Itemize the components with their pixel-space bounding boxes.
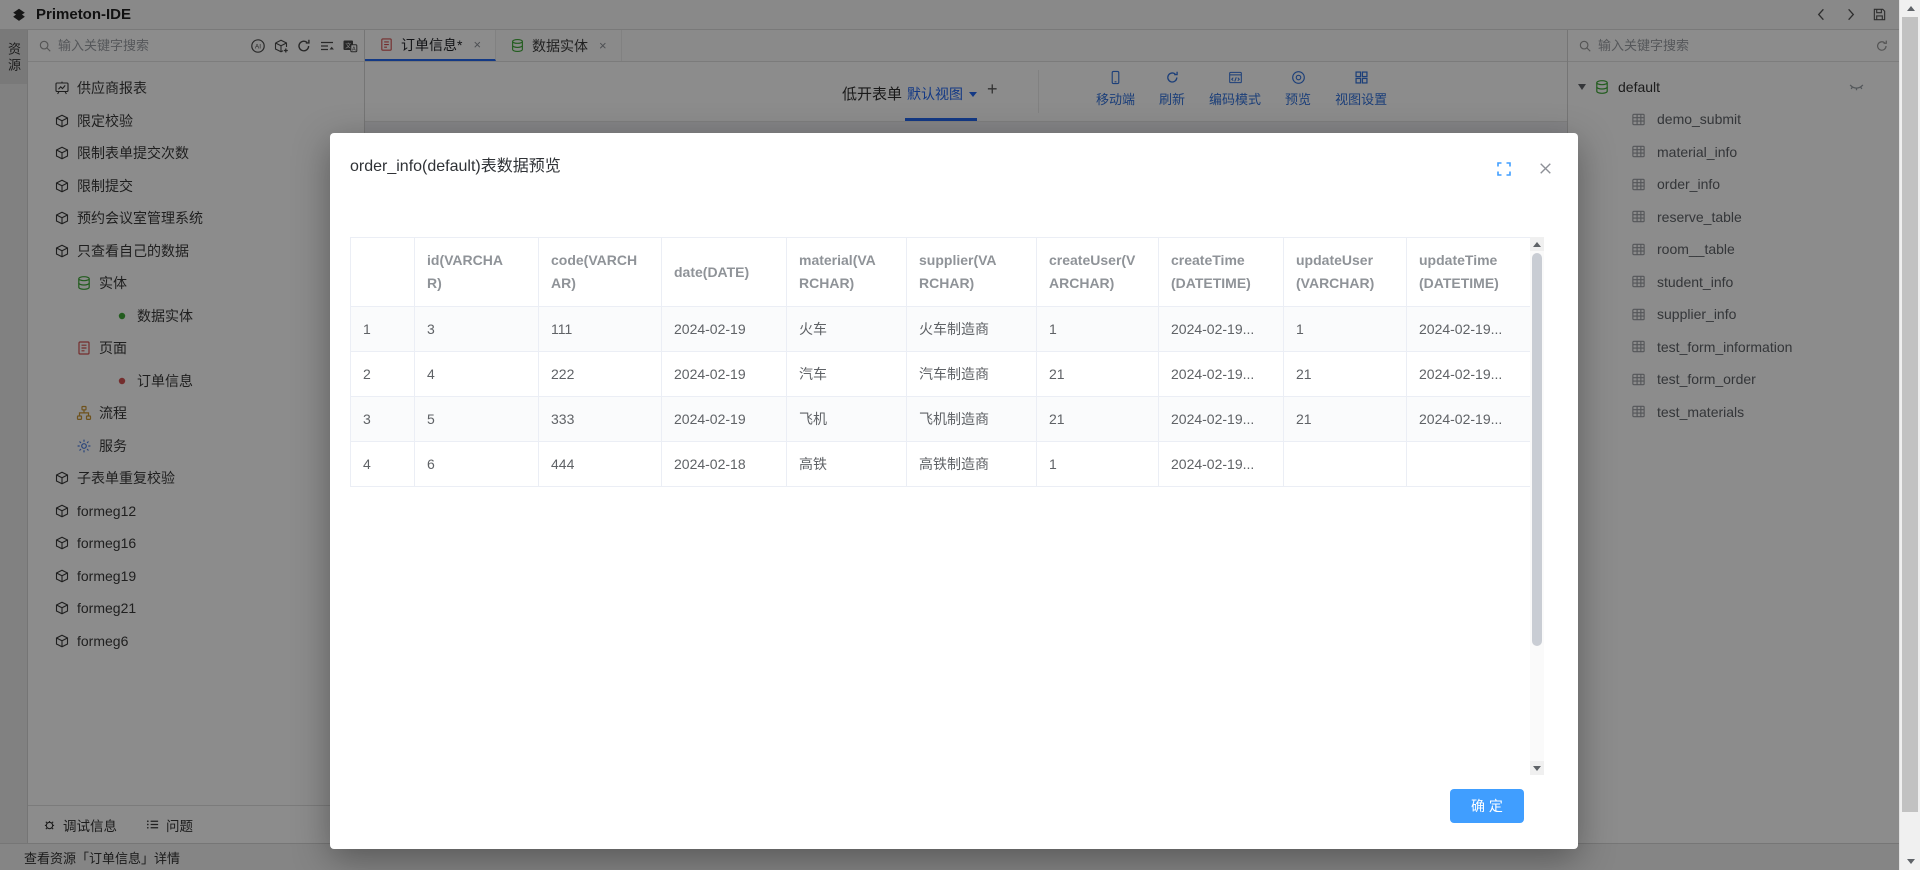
table-cell: 飞机制造商: [907, 397, 1037, 442]
table-cell: 高铁: [787, 442, 907, 487]
column-header[interactable]: material(VA RCHAR): [787, 238, 907, 307]
table-cell: 2024-02-19...: [1407, 352, 1531, 397]
table-cell: 2024-02-19...: [1159, 352, 1284, 397]
table-cell: 2: [351, 352, 415, 397]
app-window: Primeton-IDE 资源 AI文A 供应商报表: [0, 0, 1920, 870]
column-header[interactable]: updateUser (VARCHAR): [1284, 238, 1407, 307]
data-preview-dialog: order_info(default)表数据预览 id(VARCHA R)cod…: [330, 133, 1578, 849]
table-cell: 3: [351, 397, 415, 442]
table-cell: 1: [1284, 307, 1407, 352]
column-header[interactable]: code(VARCH AR): [539, 238, 662, 307]
table-row[interactable]: 464442024-02-18高铁高铁制造商12024-02-19...: [351, 442, 1531, 487]
column-header[interactable]: supplier(VA RCHAR): [907, 238, 1037, 307]
table-cell: 2024-02-19: [662, 352, 787, 397]
table-cell: 汽车制造商: [907, 352, 1037, 397]
table-cell: 21: [1037, 397, 1159, 442]
table-cell: 2024-02-19...: [1407, 307, 1531, 352]
column-header[interactable]: createTime (DATETIME): [1159, 238, 1284, 307]
table-cell: 4: [415, 352, 539, 397]
preview-table: id(VARCHA R)code(VARCH AR)date(DATE)mate…: [350, 237, 1531, 487]
table-cell: 4: [351, 442, 415, 487]
table-cell: 飞机: [787, 397, 907, 442]
table-cell: 21: [1284, 352, 1407, 397]
table-cell: 2024-02-19...: [1159, 307, 1284, 352]
table-cell: 2024-02-18: [662, 442, 787, 487]
table-row[interactable]: 353332024-02-19飞机飞机制造商212024-02-19...212…: [351, 397, 1531, 442]
ok-button[interactable]: 确 定: [1450, 789, 1524, 823]
table-cell: 2024-02-19: [662, 397, 787, 442]
table-cell: 222: [539, 352, 662, 397]
table-cell: 21: [1284, 397, 1407, 442]
table-cell: 2024-02-19...: [1159, 397, 1284, 442]
table-row[interactable]: 242222024-02-19汽车汽车制造商212024-02-19...212…: [351, 352, 1531, 397]
table-cell: [1407, 442, 1531, 487]
fullscreen-icon[interactable]: [1496, 161, 1512, 177]
column-header[interactable]: date(DATE): [662, 238, 787, 307]
table-cell: 6: [415, 442, 539, 487]
table-cell: 2024-02-19...: [1407, 397, 1531, 442]
table-scrollbar[interactable]: [1530, 237, 1544, 775]
table-cell: 火车制造商: [907, 307, 1037, 352]
scrollbar-thumb[interactable]: [1902, 17, 1918, 812]
table-cell: [1284, 442, 1407, 487]
table-cell: 高铁制造商: [907, 442, 1037, 487]
preview-table-wrap: id(VARCHA R)code(VARCH AR)date(DATE)mate…: [350, 237, 1530, 487]
table-cell: 444: [539, 442, 662, 487]
column-header[interactable]: createUser(V ARCHAR): [1037, 238, 1159, 307]
table-cell: 21: [1037, 352, 1159, 397]
table-cell: 汽车: [787, 352, 907, 397]
table-cell: 1: [1037, 307, 1159, 352]
table-cell: 3: [415, 307, 539, 352]
table-row[interactable]: 131112024-02-19火车火车制造商12024-02-19...1202…: [351, 307, 1531, 352]
column-header[interactable]: [351, 238, 415, 307]
scroll-down-icon[interactable]: [1530, 761, 1544, 775]
close-icon[interactable]: [1537, 160, 1554, 177]
scroll-down-icon[interactable]: [1900, 853, 1920, 870]
table-cell: 5: [415, 397, 539, 442]
table-cell: 火车: [787, 307, 907, 352]
column-header[interactable]: updateTime (DATETIME): [1407, 238, 1531, 307]
scroll-up-icon[interactable]: [1900, 0, 1920, 17]
table-cell: 111: [539, 307, 662, 352]
dialog-title: order_info(default)表数据预览: [350, 152, 561, 176]
table-cell: 2024-02-19: [662, 307, 787, 352]
header-row: id(VARCHA R)code(VARCH AR)date(DATE)mate…: [351, 238, 1531, 307]
table-cell: 1: [1037, 442, 1159, 487]
window-scrollbar[interactable]: [1899, 0, 1920, 870]
table-cell: 2024-02-19...: [1159, 442, 1284, 487]
table-cell: 333: [539, 397, 662, 442]
scrollbar-thumb[interactable]: [1532, 253, 1542, 646]
column-header[interactable]: id(VARCHA R): [415, 238, 539, 307]
table-cell: 1: [351, 307, 415, 352]
scroll-up-icon[interactable]: [1530, 237, 1544, 251]
